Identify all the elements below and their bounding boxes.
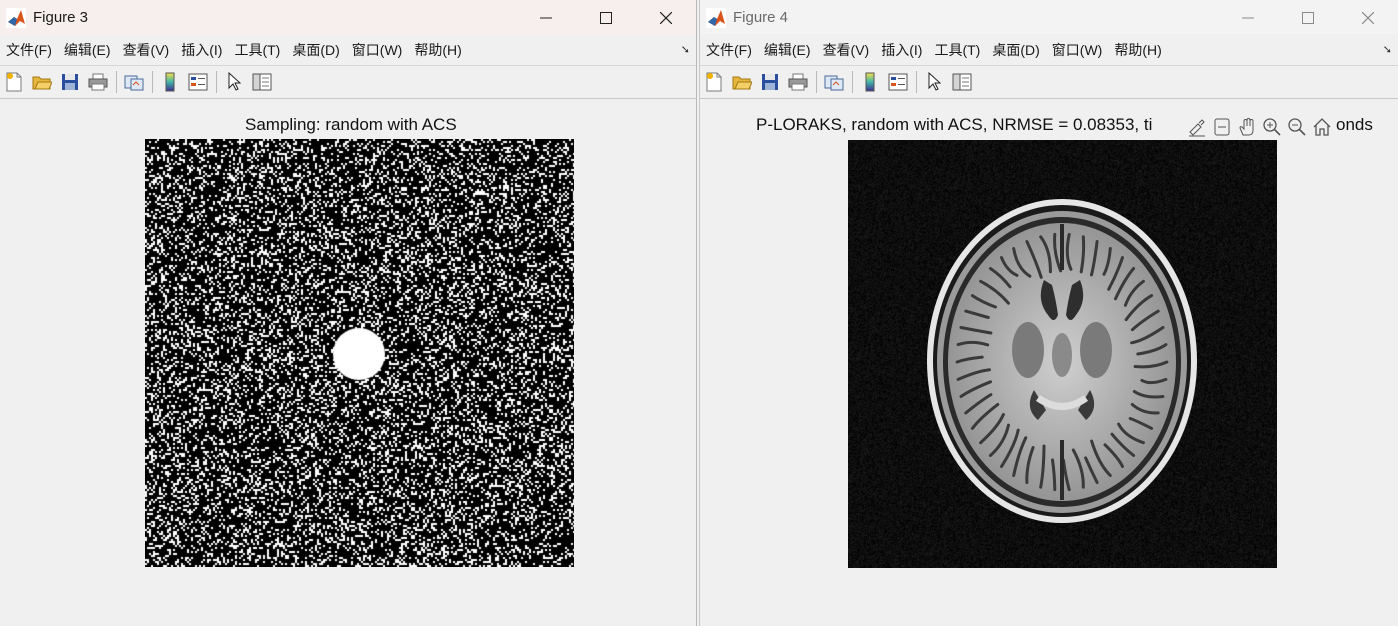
matlab-logo-icon [706,7,726,28]
save-button[interactable] [58,70,82,94]
menu-insert[interactable]: 插入(I) [875,40,928,60]
save-icon [762,74,778,90]
insert-colorbar-icon [165,72,175,92]
pan-button[interactable] [1234,115,1259,139]
property-inspector-icon [952,73,972,91]
property-inspector-button[interactable] [950,70,974,94]
menu-view[interactable]: 查看(V) [817,40,876,60]
mri-reconstruction-image[interactable] [848,140,1277,568]
dock-arrow-icon[interactable]: ➘ [681,43,690,56]
menu-edit[interactable]: 编辑(E) [58,40,117,60]
home-icon [1313,118,1330,136]
edit-plot-icon [228,72,241,91]
brain-slice [927,199,1197,523]
link-plot-button[interactable] [822,70,846,94]
restore-view-button[interactable] [1309,115,1334,139]
figure-toolbar [0,66,696,99]
plot-title: Sampling: random with ACS [245,115,457,134]
menu-help[interactable]: 帮助(H) [1108,40,1167,60]
zoom-out-button[interactable] [1284,115,1309,139]
link-plot-icon [124,75,144,91]
window-title: Figure 3 [33,9,89,26]
plot-title: P-LORAKS, random with ACS, NRMSE = 0.083… [756,115,1153,134]
insert-legend-icon [188,73,208,91]
minimize-icon [540,17,552,18]
pan-icon [1238,117,1253,136]
edit-plot-button[interactable] [222,70,246,94]
new-figure-icon [706,72,722,92]
data-tips-button[interactable] [1209,115,1234,139]
window-title: Figure 4 [733,9,789,26]
menu-window[interactable]: 窗口(W) [346,40,409,60]
zoom-in-icon [1262,118,1281,136]
maximize-button[interactable] [576,0,636,35]
open-file-button[interactable] [730,70,754,94]
menu-tools[interactable]: 工具(T) [928,40,986,60]
insert-legend-icon [888,73,908,91]
data-tips-icon [1214,118,1229,136]
title-bar[interactable]: Figure 4 [700,0,1398,35]
insert-colorbar-icon [865,72,875,92]
minimize-icon [1242,17,1254,18]
close-button[interactable] [1338,0,1398,35]
insert-legend-button[interactable] [186,70,210,94]
print-icon [88,73,108,91]
brush-icon [1188,119,1205,137]
property-inspector-button[interactable] [250,70,274,94]
menu-edit[interactable]: 编辑(E) [758,40,817,60]
menu-window[interactable]: 窗口(W) [1046,40,1109,60]
figure-toolbar [700,66,1398,99]
sampling-mask-image[interactable] [145,139,574,567]
menu-bar: 文件(F) 编辑(E) 查看(V) 插入(I) 工具(T) 桌面(D) 窗口(W… [0,35,696,66]
edit-plot-icon [928,72,941,91]
maximize-icon [1302,11,1314,24]
menu-desktop[interactable]: 桌面(D) [986,40,1045,60]
close-icon [1362,11,1374,24]
maximize-icon [600,11,612,24]
title-bar[interactable]: Figure 3 [0,0,696,35]
close-icon [660,11,672,24]
menu-insert[interactable]: 插入(I) [175,40,228,60]
menu-view[interactable]: 查看(V) [117,40,176,60]
figure-3-window: Figure 3 文件(F) 编辑(E) 查看(V) 插入(I) 工具(T) 桌… [0,0,697,626]
save-icon [62,74,78,90]
link-plot-button[interactable] [122,70,146,94]
minimize-button[interactable] [1218,0,1278,35]
insert-colorbar-button[interactable] [158,70,182,94]
minimize-button[interactable] [516,0,576,35]
axes-toolbar [1182,114,1336,140]
menu-bar: 文件(F) 编辑(E) 查看(V) 插入(I) 工具(T) 桌面(D) 窗口(W… [700,35,1398,66]
maximize-button[interactable] [1278,0,1338,35]
open-file-icon [32,76,52,90]
brush-button[interactable] [1184,115,1209,139]
print-button[interactable] [786,70,810,94]
open-file-icon [732,76,752,90]
new-figure-button[interactable] [2,70,26,94]
save-button[interactable] [758,70,782,94]
open-file-button[interactable] [30,70,54,94]
menu-tools[interactable]: 工具(T) [228,40,286,60]
menu-desktop[interactable]: 桌面(D) [286,40,345,60]
menu-help[interactable]: 帮助(H) [408,40,467,60]
print-button[interactable] [86,70,110,94]
new-figure-icon [6,72,22,92]
zoom-in-button[interactable] [1259,115,1284,139]
plot-title-tail: onds [1336,115,1373,134]
zoom-out-icon [1287,118,1306,136]
property-inspector-icon [252,73,272,91]
menu-file[interactable]: 文件(F) [700,40,758,60]
matlab-logo-icon [6,7,26,28]
edit-plot-button[interactable] [922,70,946,94]
new-figure-button[interactable] [702,70,726,94]
menu-file[interactable]: 文件(F) [0,40,58,60]
close-button[interactable] [636,0,696,35]
dock-arrow-icon[interactable]: ➘ [1383,43,1392,56]
figure-4-window: Figure 4 文件(F) 编辑(E) 查看(V) 插入(I) 工具(T) 桌… [699,0,1398,626]
link-plot-icon [824,75,844,91]
insert-colorbar-button[interactable] [858,70,882,94]
insert-legend-button[interactable] [886,70,910,94]
print-icon [788,73,808,91]
